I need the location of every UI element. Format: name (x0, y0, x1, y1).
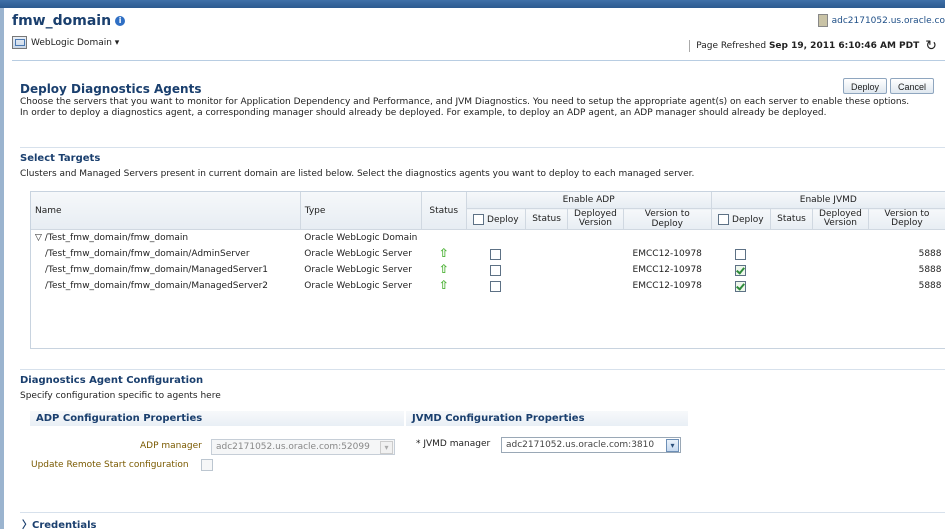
jvmd-manager-select[interactable]: adc2171052.us.oracle.com:3810 ▾ (501, 437, 681, 453)
adp-version-to-deploy: EMCC12-10978 (632, 265, 702, 275)
jvmd-manager-value: adc2171052.us.oracle.com:3810 (506, 440, 655, 450)
update-remote-start-label: Update Remote Start configuration (31, 460, 189, 470)
jvmd-deploy-label: Deploy (732, 214, 764, 225)
row-type: Oracle WebLogic Server (304, 265, 412, 275)
row-name: /Test_fmw_domain/fmw_domain/AdminServer (45, 249, 250, 259)
jvmd-manager-label: * JVMD manager (416, 439, 491, 449)
adp-manager-value: adc2171052.us.oracle.com:52099 (216, 442, 370, 452)
row-name: /Test_fmw_domain/fmw_domain/ManagedServe… (45, 265, 269, 275)
domain-icon (12, 36, 27, 49)
section-divider (20, 147, 945, 148)
column-adp-deployed-version: Deployed Version (567, 208, 624, 230)
column-jvmd-status: Status (770, 208, 813, 230)
page-description: Choose the servers that you want to moni… (20, 97, 940, 119)
adp-manager-select: adc2171052.us.oracle.com:52099 ▾ (211, 439, 395, 455)
deploy-button[interactable]: Deploy (843, 78, 888, 94)
table-row: /Test_fmw_domain/fmw_domain/ManagedServe… (31, 262, 945, 278)
jvmd-version-word: Version (823, 218, 857, 228)
description-line-2: In order to deploy a diagnostics agent, … (20, 108, 827, 118)
app-title: fmw_domain i (12, 13, 126, 29)
adp-deploy-checkbox[interactable] (490, 248, 502, 260)
table-row: /Test_fmw_domain/fmw_domain/AdminServer … (31, 246, 945, 262)
chevron-right-icon: 〉 (22, 520, 32, 531)
jvmd-deploy-checkbox-checked[interactable] (735, 264, 747, 276)
config-description: Specify configuration specific to agents… (20, 391, 221, 401)
column-type: Type (300, 192, 422, 230)
refresh-icon[interactable]: ↻ (925, 39, 937, 53)
adp-version-to-deploy: EMCC12-10978 (632, 281, 702, 291)
jvmd-version-to-deploy: 5888 (918, 281, 942, 291)
top-bar (0, 0, 945, 8)
column-jvmd-deploy[interactable]: Deploy (711, 208, 772, 230)
column-adp-deploy[interactable]: Deploy (466, 208, 527, 230)
up-arrow-icon: ⇧ (438, 262, 449, 276)
domain-menu-label: WebLogic Domain ▾ (31, 37, 120, 48)
adp-version-to-deploy: EMCC12-10978 (632, 249, 702, 259)
refresh-text: Page Refreshed Sep 19, 2011 6:10:46 AM P… (696, 41, 919, 51)
jvmd-deploy-checkbox-checked[interactable] (735, 280, 747, 292)
targets-table-wrap: Name Type Status Enable ADP Enable JVMD … (30, 191, 945, 349)
update-remote-start-checkbox (201, 459, 213, 471)
credentials-title: Credentials (32, 520, 97, 531)
adp-select-all-checkbox[interactable] (473, 213, 485, 225)
separator (689, 40, 691, 52)
group-enable-adp: Enable ADP (466, 192, 712, 209)
column-adp-status: Status (525, 208, 568, 230)
row-type: Oracle WebLogic Server (304, 249, 412, 259)
description-line-1: Choose the servers that you want to moni… (20, 97, 910, 107)
left-edge (0, 8, 4, 529)
adp-deploy-checkbox[interactable] (490, 280, 502, 292)
adp-version-word: Version (578, 218, 612, 228)
host-icon (817, 14, 828, 27)
targets-table: Name Type Status Enable ADP Enable JVMD … (31, 192, 945, 294)
jvmd-deploy-checkbox[interactable] (735, 248, 747, 260)
cancel-button[interactable]: Cancel (890, 78, 935, 94)
domain-title: fmw_domain (12, 13, 112, 29)
column-name: Name (31, 192, 301, 230)
row-type: Oracle WebLogic Domain (304, 233, 418, 243)
config-title: Diagnostics Agent Configuration (20, 375, 204, 386)
host-line[interactable]: adc2171052.us.oracle.co (817, 14, 945, 27)
select-targets-description: Clusters and Managed Servers present in … (20, 169, 695, 179)
table-row: /Test_fmw_domain/fmw_domain/ManagedServe… (31, 278, 945, 294)
weblogic-domain-menu[interactable]: WebLogic Domain ▾ (12, 36, 119, 49)
row-type: Oracle WebLogic Server (304, 281, 412, 291)
up-arrow-icon: ⇧ (438, 246, 449, 260)
chevron-down-icon[interactable]: ▾ (666, 439, 679, 452)
column-jvmd-deployed-version: Deployed Version (812, 208, 869, 230)
page-title: Deploy Diagnostics Agents (20, 82, 202, 96)
info-icon[interactable]: i (115, 16, 126, 26)
jvmd-select-all-checkbox[interactable] (718, 213, 730, 225)
jvmd-to-deploy-label: Deploy (891, 218, 923, 228)
adp-deploy-checkbox[interactable] (490, 264, 502, 276)
refresh-prefix: Page Refreshed (696, 41, 769, 51)
group-enable-jvmd: Enable JVMD (711, 192, 945, 209)
page-refresh-line: Page Refreshed Sep 19, 2011 6:10:46 AM P… (689, 39, 937, 53)
section-divider (20, 512, 945, 513)
chevron-down-icon: ▾ (380, 441, 393, 454)
section-divider (20, 369, 945, 370)
adp-deploy-label: Deploy (487, 214, 519, 225)
column-jvmd-version-to-deploy: Version to Deploy (868, 208, 945, 230)
jvmd-version-to-deploy: 5888 (918, 265, 942, 275)
row-name[interactable]: ▽ /Test_fmw_domain/fmw_domain (31, 230, 300, 247)
jvmd-config-title: JVMD Configuration Properties (406, 411, 688, 426)
adp-manager-label: ADP manager (140, 441, 202, 451)
up-arrow-icon: ⇧ (438, 278, 449, 292)
column-status: Status (421, 192, 467, 230)
table-row: ▽ /Test_fmw_domain/fmw_domain Oracle Web… (31, 230, 945, 247)
row-name: /Test_fmw_domain/fmw_domain/ManagedServe… (45, 281, 269, 291)
select-targets-title: Select Targets (20, 153, 101, 164)
host-name: adc2171052.us.oracle.co (831, 15, 945, 26)
adp-config-title: ADP Configuration Properties (30, 411, 404, 426)
column-adp-version-to-deploy: Version to Deploy (623, 208, 712, 230)
jvmd-version-to-deploy: 5888 (918, 249, 942, 259)
refresh-time: Sep 19, 2011 6:10:46 AM PDT (768, 41, 920, 51)
